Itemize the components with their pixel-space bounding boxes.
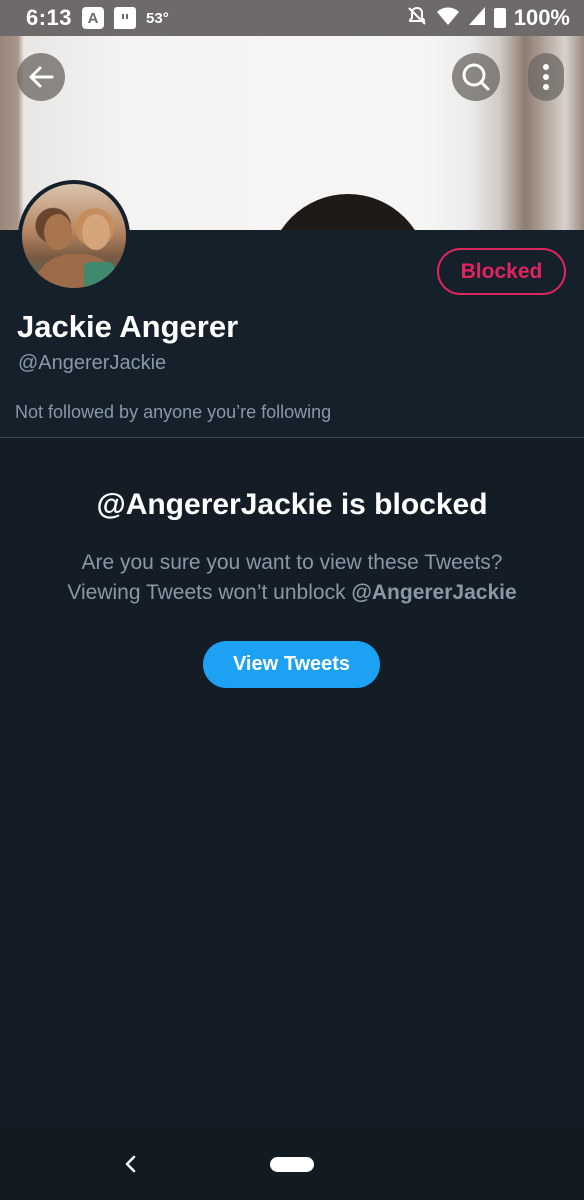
signal-icon [468, 6, 486, 31]
nav-back-button[interactable] [118, 1148, 142, 1180]
wifi-icon [436, 6, 460, 31]
battery-icon [493, 8, 506, 28]
blocked-description-handle: @AngererJackie [351, 581, 517, 604]
blocked-button[interactable]: Blocked [437, 248, 566, 295]
avatar-photo-clothing [84, 262, 114, 288]
chevron-left-icon [125, 1155, 136, 1173]
back-button[interactable] [17, 53, 65, 101]
avatar[interactable] [18, 180, 130, 292]
search-icon [462, 63, 490, 91]
more-options-button[interactable] [528, 53, 564, 101]
banner-photo-subject [268, 194, 428, 230]
nav-home-pill[interactable] [270, 1157, 314, 1172]
user-handle: @AngererJackie [18, 352, 167, 374]
blocked-description-line1: Are you sure you want to view these Twee… [81, 551, 503, 574]
blocked-description-prefix: Viewing Tweets won’t unblock [67, 581, 352, 604]
blocked-title: @AngererJackie is blocked [96, 488, 488, 521]
search-button[interactable] [452, 53, 500, 101]
twitch-icon [114, 7, 137, 29]
notifications-off-icon [406, 5, 428, 32]
view-tweets-button[interactable]: View Tweets [203, 641, 380, 688]
app-a-icon: A [82, 7, 105, 29]
status-time: 6:13 [26, 5, 73, 30]
status-bar: 6:13 A 53° 100% [0, 0, 584, 36]
followed-by-text: Not followed by anyone you’re following [15, 402, 332, 422]
avatar-photo-face-right [82, 214, 110, 250]
arrow-left-icon [29, 66, 54, 88]
blocked-notice: @AngererJackie is blocked Are you sure y… [0, 438, 584, 1128]
more-vertical-icon [543, 64, 549, 90]
blocked-description-line2: Viewing Tweets won’t unblock @AngererJac… [0, 578, 584, 608]
display-name: Jackie Angerer [17, 309, 239, 344]
status-temperature: 53° [146, 9, 169, 27]
avatar-photo-face-left [44, 214, 72, 250]
blocked-description: Are you sure you want to view these Twee… [0, 548, 584, 608]
profile-header: Blocked Jackie Angerer @AngererJackie No… [0, 180, 584, 438]
status-right: 100% [406, 5, 570, 32]
status-left: 6:13 A 53° [26, 5, 169, 31]
status-battery: 100% [513, 5, 570, 30]
navigation-bar [0, 1128, 584, 1200]
